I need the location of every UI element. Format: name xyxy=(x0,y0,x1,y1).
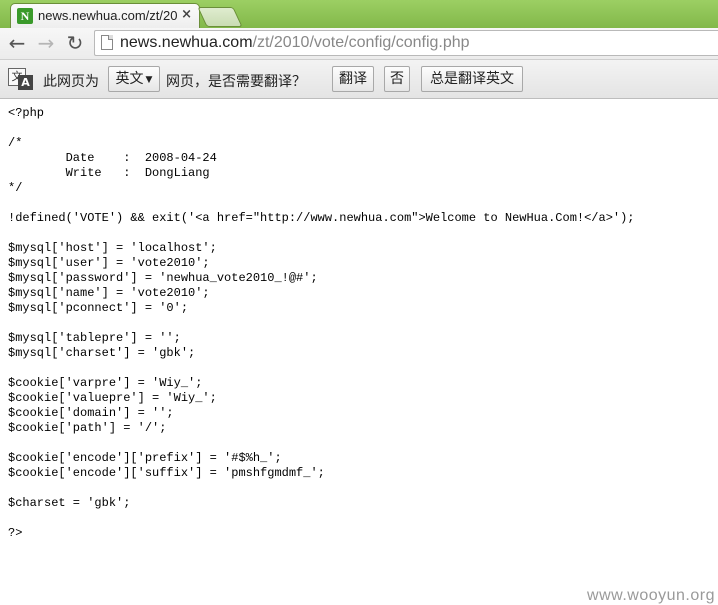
code-line: $mysql['name'] = 'vote2010'; xyxy=(8,286,210,300)
close-tab-icon[interactable]: × xyxy=(181,7,192,22)
no-button[interactable]: 否 xyxy=(384,66,410,92)
url-text[interactable]: news.newhua.com/zt/2010/vote/config/conf… xyxy=(120,34,470,52)
back-icon[interactable]: ← xyxy=(5,31,29,55)
code-line: $cookie['valuepre'] = 'Wiy_'; xyxy=(8,391,217,405)
translate-icon-target: A xyxy=(18,75,33,90)
page-source-text: <?php /* Date : 2008-04-24 Write : DongL… xyxy=(8,106,714,541)
always-translate-button[interactable]: 总是翻译英文 xyxy=(421,66,523,92)
translate-icon: 文 A xyxy=(8,68,34,90)
code-line: $cookie['encode']['prefix'] = '#$%h_'; xyxy=(8,451,282,465)
page-icon xyxy=(101,35,113,50)
code-line: $mysql['password'] = 'newhua_vote2010_!@… xyxy=(8,271,318,285)
code-line: $cookie['varpre'] = 'Wiy_'; xyxy=(8,376,203,390)
tab-title: news.newhua.com/zt/20 xyxy=(38,8,178,23)
address-bar[interactable]: news.newhua.com/zt/2010/vote/config/conf… xyxy=(94,30,718,56)
url-host: news.newhua.com xyxy=(120,34,253,51)
chevron-down-icon: ▼ xyxy=(145,75,153,85)
language-select-value: 英文 xyxy=(115,71,144,87)
code-line: $mysql['charset'] = 'gbk'; xyxy=(8,346,196,360)
browser-toolbar: ← → ↻ news.newhua.com/zt/2010/vote/confi… xyxy=(0,28,718,60)
code-line: $mysql['tablepre'] = ''; xyxy=(8,331,181,345)
url-path: /zt/2010/vote/config/config.php xyxy=(252,34,470,51)
reload-icon[interactable]: ↻ xyxy=(63,31,87,55)
code-line: !defined('VOTE') && exit('<a href="http:… xyxy=(8,211,635,225)
translate-button[interactable]: 翻译 xyxy=(332,66,374,92)
new-tab-button[interactable] xyxy=(197,7,243,27)
code-line: $cookie['domain'] = ''; xyxy=(8,406,174,420)
code-line: Write : DongLiang xyxy=(8,166,210,180)
translate-prefix-label: 此网页为 xyxy=(43,74,99,90)
language-select[interactable]: 英文 ▼ xyxy=(108,66,160,92)
watermark: www.wooyun.org xyxy=(587,587,715,604)
translate-bar: 文 A 此网页为 英文 ▼ 网页，是否需要翻译？ 翻译 否 总是翻译英文 xyxy=(0,60,718,99)
translate-question-label: 网页，是否需要翻译？ xyxy=(166,74,306,90)
code-line: */ xyxy=(8,181,23,195)
code-line: $cookie['path'] = '/'; xyxy=(8,421,167,435)
code-line: $charset = 'gbk'; xyxy=(8,496,131,510)
code-line: /* xyxy=(8,136,23,150)
browser-tab[interactable]: N news.newhua.com/zt/20 × xyxy=(10,3,200,28)
code-line: $mysql['pconnect'] = '0'; xyxy=(8,301,189,315)
site-favicon-icon: N xyxy=(17,8,33,24)
code-line: $cookie['encode']['suffix'] = 'pmshfgmdm… xyxy=(8,466,325,480)
tab-strip: N news.newhua.com/zt/20 × xyxy=(0,0,718,28)
code-line: ?> xyxy=(8,526,23,540)
code-line: $mysql['host'] = 'localhost'; xyxy=(8,241,217,255)
code-line: <?php xyxy=(8,106,45,120)
forward-icon[interactable]: → xyxy=(34,31,58,55)
code-line: Date : 2008-04-24 xyxy=(8,151,217,165)
code-line: $mysql['user'] = 'vote2010'; xyxy=(8,256,210,270)
